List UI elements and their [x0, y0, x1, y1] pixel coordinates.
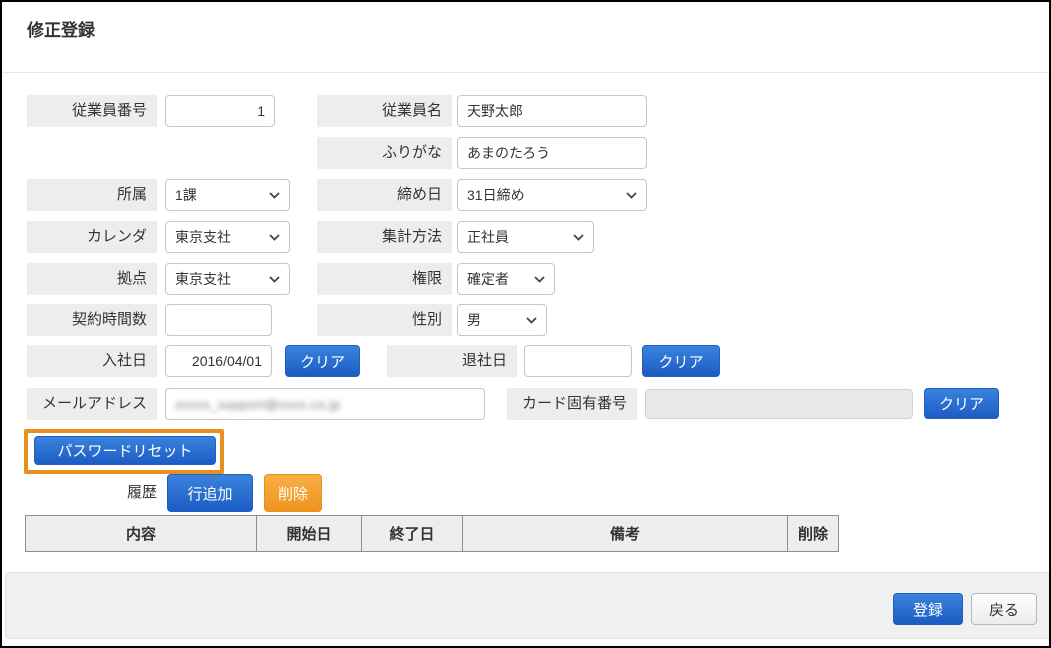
chevron-down-icon	[269, 192, 280, 199]
employee-number-input[interactable]: 1	[165, 95, 275, 127]
history-label: 履歴	[27, 474, 157, 512]
chevron-down-icon	[269, 234, 280, 241]
card-number-clear-button[interactable]: クリア	[924, 388, 999, 419]
hire-date-input[interactable]: 2016/04/01	[165, 345, 272, 377]
permission-value: 確定者	[467, 269, 509, 289]
closing-day-select[interactable]: 31日締め	[457, 179, 647, 211]
calendar-select[interactable]: 東京支社	[165, 221, 290, 253]
title-divider	[2, 72, 1049, 73]
history-table: 内容 開始日 終了日 備考 削除	[25, 515, 839, 552]
email-input[interactable]: xxxxx_support@xxxx.co.jp	[165, 388, 485, 420]
history-table-header-remarks: 備考	[463, 516, 788, 551]
closing-day-label: 締め日	[317, 179, 452, 211]
employee-name-label: 従業員名	[317, 95, 452, 127]
base-location-select[interactable]: 東京支社	[165, 263, 290, 295]
department-select[interactable]: 1課	[165, 179, 290, 211]
gender-value: 男	[467, 310, 481, 330]
history-table-header-content: 内容	[26, 516, 257, 551]
aggregation-method-select[interactable]: 正社員	[457, 221, 594, 253]
leave-date-clear-button[interactable]: クリア	[642, 345, 720, 377]
leave-date-label: 退社日	[387, 345, 517, 377]
base-location-value: 東京支社	[175, 269, 231, 289]
furigana-value: あまのたろう	[467, 143, 550, 163]
department-label: 所属	[27, 179, 157, 211]
page-title: 修正登録	[27, 16, 95, 41]
employee-name-input[interactable]: 天野太郎	[457, 95, 647, 127]
calendar-label: カレンダ	[27, 221, 157, 253]
hire-date-clear-button[interactable]: クリア	[285, 345, 360, 377]
closing-day-value: 31日締め	[467, 185, 525, 205]
employee-number-label: 従業員番号	[27, 95, 157, 127]
calendar-value: 東京支社	[175, 227, 231, 247]
history-table-header-end-date: 終了日	[362, 516, 463, 551]
hire-date-value: 2016/04/01	[192, 353, 262, 369]
department-value: 1課	[175, 185, 197, 205]
email-value-redacted: xxxxx_support@xxxx.co.jp	[175, 397, 340, 412]
footer-bar: 登録 戻る	[5, 572, 1050, 639]
history-delete-button[interactable]: 削除	[264, 474, 322, 512]
chevron-down-icon	[573, 234, 584, 241]
aggregation-method-label: 集計方法	[317, 221, 452, 253]
leave-date-input[interactable]	[524, 345, 632, 377]
permission-label: 権限	[317, 263, 452, 295]
gender-label: 性別	[317, 304, 452, 336]
chevron-down-icon	[526, 317, 537, 324]
register-button[interactable]: 登録	[893, 593, 963, 625]
back-button[interactable]: 戻る	[971, 593, 1037, 625]
history-table-header-start-date: 開始日	[257, 516, 362, 551]
contract-hours-input[interactable]	[165, 304, 272, 336]
hire-date-label: 入社日	[27, 345, 157, 377]
chevron-down-icon	[626, 192, 637, 199]
aggregation-method-value: 正社員	[467, 227, 509, 247]
employee-number-value: 1	[257, 103, 265, 119]
modal-edit-registration: 修正登録 従業員番号 1 従業員名 天野太郎 ふりがな あまのたろう 所属 1課…	[0, 0, 1051, 648]
card-number-label: カード固有番号	[507, 388, 637, 420]
chevron-down-icon	[534, 276, 545, 283]
chevron-down-icon	[269, 276, 280, 283]
furigana-label: ふりがな	[317, 137, 452, 169]
contract-hours-label: 契約時間数	[27, 304, 157, 336]
email-label: メールアドレス	[27, 388, 157, 420]
card-number-input	[645, 389, 913, 419]
gender-select[interactable]: 男	[457, 304, 547, 336]
permission-select[interactable]: 確定者	[457, 263, 555, 295]
password-reset-button[interactable]: パスワードリセット	[34, 436, 216, 465]
furigana-input[interactable]: あまのたろう	[457, 137, 647, 169]
history-table-header-delete: 削除	[788, 516, 838, 551]
history-add-row-button[interactable]: 行追加	[167, 474, 253, 512]
base-location-label: 拠点	[27, 263, 157, 295]
employee-name-value: 天野太郎	[467, 101, 523, 121]
